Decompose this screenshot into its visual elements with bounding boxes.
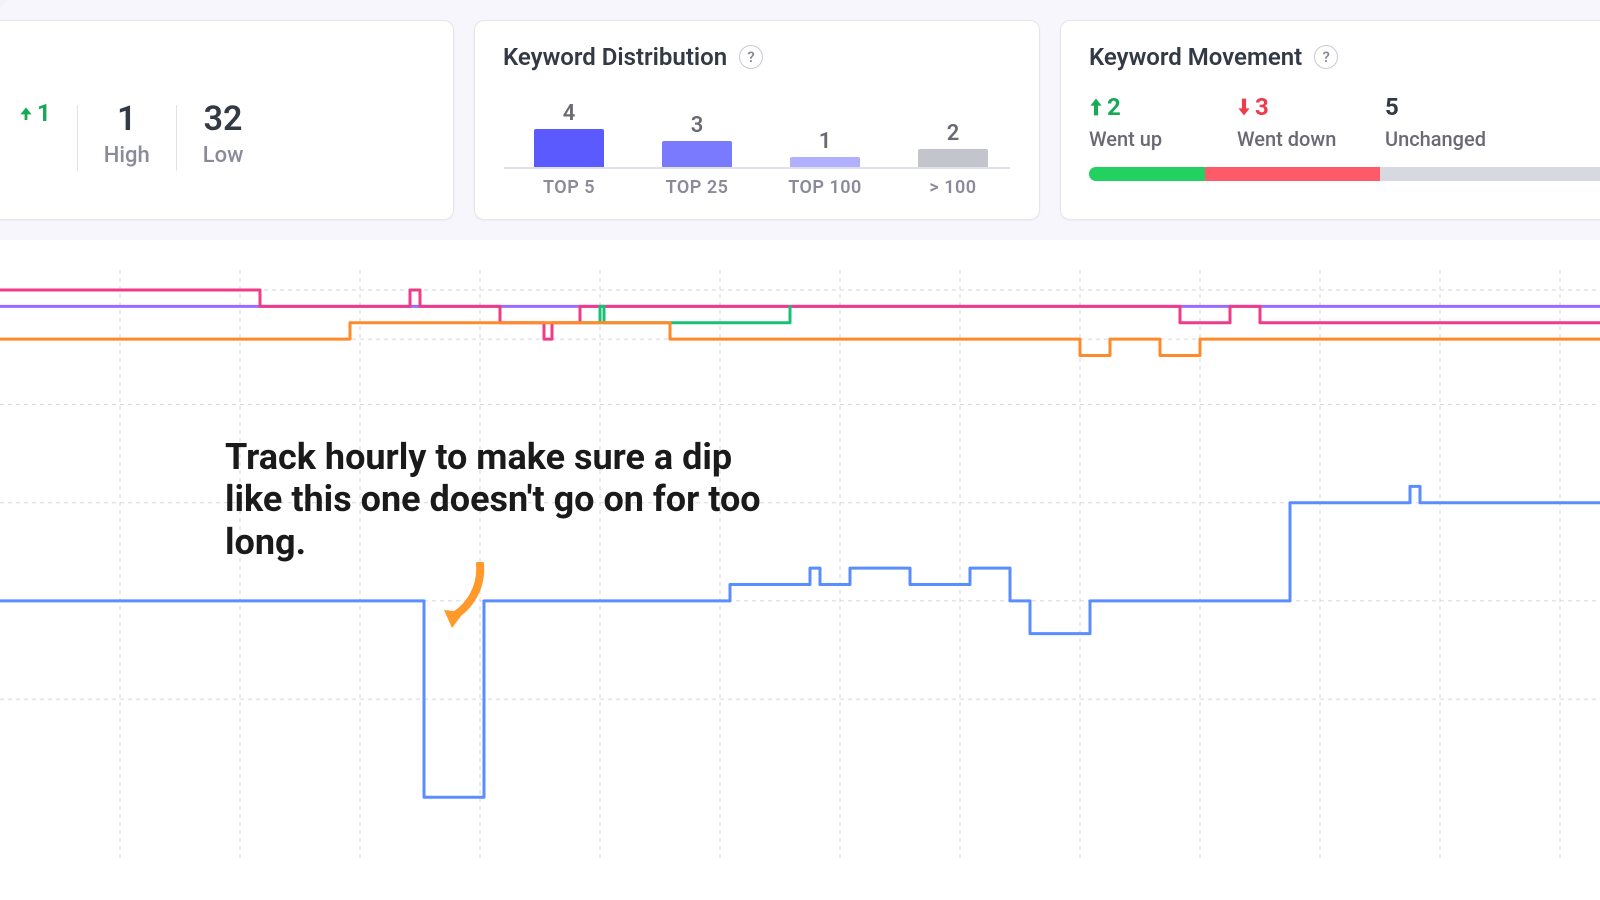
rank-delta: 1	[19, 99, 51, 127]
distribution-bar-label: TOP 5	[509, 177, 629, 198]
arrow-up-icon	[19, 106, 33, 120]
distribution-bar-value: 3	[662, 113, 732, 138]
distribution-bar[interactable]	[790, 157, 860, 167]
help-icon[interactable]: ?	[739, 45, 763, 69]
distribution-bar-value: 4	[534, 101, 604, 126]
distribution-bar-value: 1	[790, 129, 860, 154]
distribution-bar-value: 2	[918, 121, 988, 146]
arrow-up-icon	[1089, 98, 1103, 116]
arrow-down-icon	[1237, 98, 1251, 116]
went-down-value: 3	[1237, 93, 1337, 121]
annotation-arrow-icon	[440, 562, 490, 632]
rank-card: Rank ? 1 1 High 32 Low	[0, 20, 454, 220]
movement-progress-bar	[1089, 167, 1600, 181]
distribution-bar-label: > 100	[893, 177, 1013, 198]
rank-history-chart: Track hourly to make sure a dip like thi…	[0, 240, 1600, 900]
distribution-bar-chart: 4 TOP 5 3 TOP 25 1 TOP 100 2 > 100	[504, 95, 1010, 205]
distribution-bar[interactable]	[662, 141, 732, 167]
went-down-label: Went down	[1237, 127, 1337, 151]
went-up-value: 2	[1089, 93, 1189, 121]
unchanged-value: 5	[1385, 93, 1486, 121]
distribution-title: Keyword Distribution	[503, 43, 727, 71]
distribution-bar-label: TOP 25	[637, 177, 757, 198]
distribution-bar[interactable]	[918, 149, 988, 167]
rank-low-value: 32	[203, 99, 244, 139]
keyword-movement-card: Keyword Movement ? 2 Went up 3 Went down	[1060, 20, 1600, 220]
distribution-bar-label: TOP 100	[765, 177, 885, 198]
went-up-label: Went up	[1089, 127, 1189, 151]
rank-high-label: High	[104, 143, 150, 168]
rank-low-label: Low	[203, 143, 244, 168]
movement-title: Keyword Movement	[1089, 43, 1302, 71]
summary-cards-strip: Rank ? 1 1 High 32 Low Keyword	[0, 0, 1600, 240]
rank-high-value: 1	[104, 99, 150, 139]
keyword-distribution-card: Keyword Distribution ? 4 TOP 5 3 TOP 25 1 TOP…	[474, 20, 1040, 220]
distribution-bar[interactable]	[534, 129, 604, 167]
annotation-text: Track hourly to make sure a dip like thi…	[225, 436, 785, 563]
unchanged-label: Unchanged	[1385, 127, 1486, 151]
help-icon[interactable]: ?	[1314, 45, 1338, 69]
chart-svg	[0, 240, 1600, 900]
